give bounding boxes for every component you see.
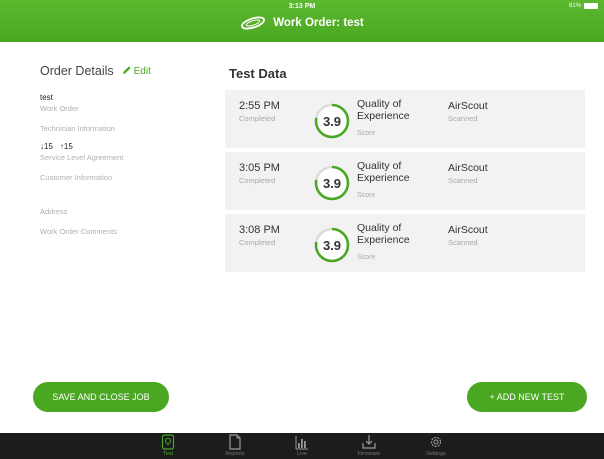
tab-test[interactable]: Test [156,433,180,459]
device-status: Scanned [448,176,478,185]
test-row[interactable]: 3:08 PM Completed 3.9 Quality of Experience… [225,214,585,272]
tab-label: Reports [225,451,245,457]
address-label: Address [40,207,68,216]
score-label: Score [357,130,376,137]
edit-button[interactable]: Edit [122,65,151,78]
device-status: Scanned [448,238,478,247]
work-order-comments-label: Work Order Comments [40,227,117,236]
tab-label: Live [296,451,308,457]
test-status: Completed [239,176,276,185]
sla-up: ↑15 [59,142,73,151]
tab-reports[interactable]: Reports [223,433,247,459]
tab-firmware[interactable]: Firmware [357,433,381,459]
settings-icon [429,434,443,450]
score-label: Score [357,192,376,199]
score-label: Score [357,254,376,261]
quality-label: Quality of Experience [357,222,410,246]
tab-bar: Test Reports Live Firmware Settings [0,433,604,459]
device-name: AirScout [448,224,488,236]
test-row[interactable]: 2:55 PM Completed 3.9 Quality of Experience… [225,90,585,148]
battery-icon [584,3,598,9]
tab-settings[interactable]: Settings [424,433,448,459]
quality-label: Quality of Experience [357,160,410,184]
sla-label: Service Level Agreement [40,153,124,162]
test-status: Completed [239,114,276,123]
device-name: AirScout [448,162,488,174]
pencil-icon [122,65,132,78]
test-data-title: Test Data [229,66,287,81]
test-list: 2:55 PM Completed 3.9 Quality of Experience… [225,90,585,276]
tab-label: Test [162,451,174,457]
work-order-value: test [40,93,53,102]
tab-live[interactable]: Live [290,433,314,459]
save-and-close-job-button[interactable]: SAVE AND CLOSE JOB [33,382,169,412]
add-new-test-button[interactable]: + ADD NEW TEST [467,382,587,412]
score-value: 3.9 [322,175,342,191]
quality-label: Quality of Experience [357,98,410,122]
sla-values: ↓15 ↑15 [40,142,210,151]
test-time: 3:05 PM [239,162,280,174]
header-bar: 3:13 PM 81% Work Order: test [0,0,604,42]
technician-info-label[interactable]: Technician Information [40,124,210,133]
status-time: 3:13 PM [288,3,316,10]
customer-info-label[interactable]: Customer Information [40,173,210,182]
tab-label: Settings [426,451,446,457]
app-logo-icon [240,16,266,30]
order-details-title: Order Details [40,64,114,78]
firmware-icon [362,434,376,450]
test-time: 3:08 PM [239,224,280,236]
work-order-label: Work Order [40,104,79,113]
test-time: 2:55 PM [239,100,280,112]
device-name: AirScout [448,100,488,112]
device-status: Scanned [448,114,478,123]
edit-label: Edit [133,65,151,77]
test-status: Completed [239,238,276,247]
sla-down: ↓15 [40,142,53,151]
order-details-panel: Order Details Edit test Work Order Techn… [40,64,210,236]
test-icon [161,434,175,450]
score-value: 3.9 [322,113,342,129]
battery-percent: 81% [568,3,581,9]
tab-label: Firmware [357,451,381,457]
score-value: 3.9 [322,237,342,253]
test-row[interactable]: 3:05 PM Completed 3.9 Quality of Experience… [225,152,585,210]
battery-indicator: 81% [569,3,598,9]
reports-icon [228,434,242,450]
page-title: Work Order: test [273,17,364,29]
live-icon [295,434,309,450]
